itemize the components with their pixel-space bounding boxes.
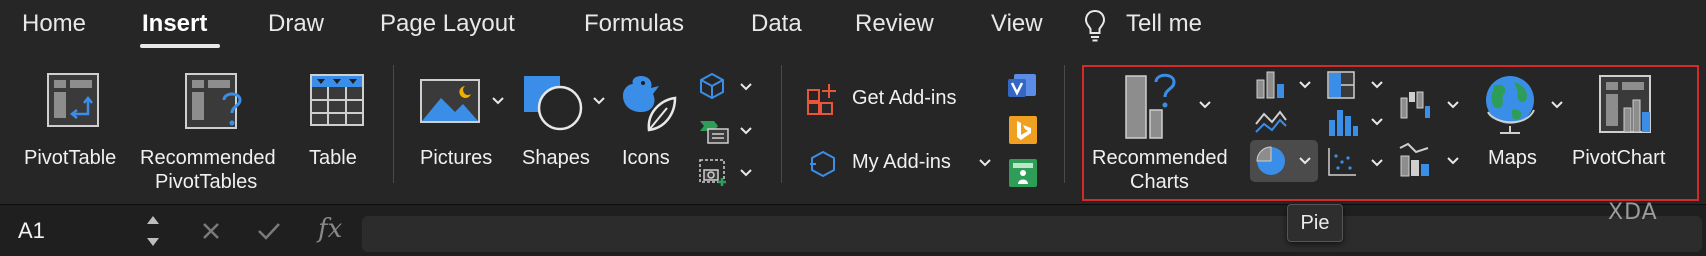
xda-watermark: XDA [1608, 200, 1658, 225]
chevron-down-icon[interactable] [1198, 100, 1212, 110]
pivot-table-button[interactable]: PivotTable [18, 66, 128, 190]
group-separator [393, 65, 394, 183]
active-tab-underline [140, 44, 220, 48]
ribbon-tab-bar: Home Insert Draw Page Layout Formulas Da… [0, 0, 1706, 50]
chevron-down-icon[interactable] [1298, 156, 1312, 166]
pie-tooltip: Pie [1287, 204, 1343, 242]
pictures-label: Pictures [420, 147, 493, 169]
maps-label: Maps [1488, 147, 1537, 169]
my-addins-icon [810, 150, 835, 178]
name-box[interactable]: A1 [18, 218, 45, 244]
tab-data[interactable]: Data [751, 10, 802, 38]
pictures-button[interactable]: Pictures [415, 66, 507, 190]
maps-icon [1486, 76, 1535, 134]
table-label: Table [309, 147, 357, 169]
chevron-down-icon[interactable] [1370, 117, 1384, 127]
recommended-charts-label-line1: Recommended [1092, 147, 1228, 169]
recommended-charts-icon [1125, 73, 1176, 139]
group-separator [1064, 65, 1065, 183]
insert-function-icon[interactable]: fx [318, 214, 342, 244]
tab-draw[interactable]: Draw [268, 10, 324, 38]
tab-review[interactable]: Review [855, 10, 934, 38]
my-addins-button[interactable]: My Add-ins [806, 148, 996, 180]
icons-icon [623, 76, 677, 132]
chevron-down-icon[interactable] [739, 168, 753, 178]
pictures-icon [420, 79, 480, 123]
visio-icon[interactable] [1006, 72, 1038, 102]
table-button[interactable]: Table [302, 66, 372, 190]
lightbulb-icon [1084, 9, 1106, 42]
waterfall-chart-icon[interactable] [1398, 88, 1432, 120]
recommended-pivot-label-line1: Recommended [140, 147, 276, 169]
formula-input[interactable] [362, 216, 1702, 252]
tab-view[interactable]: View [991, 10, 1043, 38]
maps-button[interactable]: Maps [1478, 70, 1568, 194]
cancel-icon[interactable] [200, 220, 222, 242]
shapes-button[interactable]: Shapes [518, 66, 608, 190]
enter-check-icon[interactable] [256, 220, 282, 242]
shapes-label: Shapes [522, 147, 590, 169]
smartart-icon[interactable] [698, 117, 730, 145]
chevron-down-icon[interactable] [1446, 156, 1460, 166]
chevron-down-icon[interactable] [592, 96, 606, 106]
tab-insert[interactable]: Insert [142, 10, 207, 38]
scatter-chart-icon[interactable] [1326, 146, 1358, 178]
recommended-charts-label-line2: Charts [1130, 171, 1189, 193]
get-addins-label: Get Add-ins [852, 87, 957, 109]
get-addins-button[interactable]: Get Add-ins [806, 80, 986, 116]
recommended-pivot-label-line2: PivotTables [155, 171, 258, 193]
recommended-pivottables-button[interactable]: Recommended PivotTables [138, 66, 298, 193]
addins-store-icon [807, 84, 836, 115]
chevron-down-icon[interactable] [1298, 80, 1312, 90]
my-addins-label: My Add-ins [852, 151, 951, 173]
tab-formulas[interactable]: Formulas [584, 10, 684, 38]
chevron-down-icon[interactable] [491, 96, 505, 106]
icons-button[interactable]: Icons [616, 66, 680, 190]
combo-chart-icon[interactable] [1398, 142, 1432, 178]
pivot-table-label: PivotTable [24, 147, 117, 169]
group-separator [781, 65, 782, 183]
people-graph-icon[interactable] [1008, 158, 1038, 188]
column-chart-icon[interactable] [1254, 70, 1288, 100]
bing-maps-icon[interactable] [1008, 115, 1038, 145]
chevron-down-icon[interactable] [739, 126, 753, 136]
pivot-chart-icon [1599, 75, 1651, 133]
pie-chart-icon[interactable] [1254, 145, 1288, 177]
hierarchy-chart-icon[interactable] [1326, 70, 1356, 100]
line-chart-icon[interactable] [1254, 108, 1288, 134]
chevron-down-icon[interactable] [1446, 100, 1460, 110]
shapes-icon [524, 76, 583, 131]
screenshot-icon[interactable] [698, 158, 730, 188]
pivot-chart-button[interactable]: PivotChart [1570, 70, 1690, 194]
tab-home[interactable]: Home [22, 10, 86, 38]
tell-me-search[interactable]: Tell me [1126, 10, 1202, 38]
chevron-down-icon[interactable] [1370, 158, 1384, 168]
name-box-stepper-icon[interactable] [144, 210, 162, 252]
tab-page-layout[interactable]: Page Layout [380, 10, 515, 38]
chevron-down-icon[interactable] [978, 158, 992, 168]
formula-bar: A1 fx [0, 206, 1706, 256]
chevron-down-icon[interactable] [1550, 100, 1564, 110]
recommended-pivot-icon [185, 73, 242, 129]
chevron-down-icon[interactable] [739, 82, 753, 92]
3d-models-icon[interactable] [698, 72, 726, 100]
pivot-chart-label: PivotChart [1572, 147, 1666, 169]
icons-label: Icons [622, 147, 670, 169]
chevron-down-icon[interactable] [1370, 80, 1384, 90]
table-icon [310, 74, 364, 126]
statistic-chart-icon[interactable] [1326, 104, 1360, 138]
pivot-table-icon [47, 73, 99, 127]
recommended-charts-button[interactable]: Recommended Charts [1090, 70, 1238, 194]
